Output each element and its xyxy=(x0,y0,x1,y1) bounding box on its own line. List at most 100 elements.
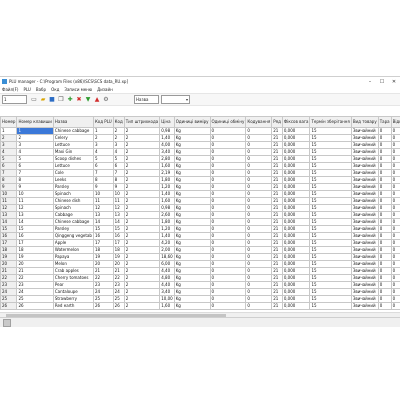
table-cell[interactable]: Kg xyxy=(173,197,211,205)
table-cell[interactable]: 0 xyxy=(377,169,392,177)
table-row[interactable]: 15 15 Parsley 15 15 2 1,20 Kg 0 0 21 0,000 15 Звичайн… xyxy=(0,225,400,233)
table-cell[interactable]: 2 xyxy=(123,155,161,163)
table-cell[interactable]: 0 xyxy=(390,281,400,289)
table-cell[interactable]: 15 xyxy=(309,232,352,240)
table-cell[interactable]: 0 xyxy=(209,246,247,254)
table-cell[interactable]: 0 xyxy=(390,148,400,156)
table-cell[interactable]: 0 xyxy=(390,232,400,240)
column-header[interactable]: Фіксов вага xyxy=(281,116,311,128)
table-cell[interactable]: Звичайний xyxy=(350,176,379,184)
table-cell[interactable]: 22 xyxy=(0,274,18,282)
table-cell[interactable]: 0 xyxy=(377,141,392,149)
table-cell[interactable]: 0,000 xyxy=(281,246,311,254)
table-cell[interactable]: 0 xyxy=(390,225,400,233)
table-cell[interactable]: 15 xyxy=(309,295,352,303)
table-cell[interactable]: 2 xyxy=(123,218,161,226)
table-cell[interactable]: 1,60 xyxy=(159,197,175,205)
table-cell[interactable]: 26 xyxy=(112,302,125,310)
table-cell[interactable]: 0,000 xyxy=(281,260,311,268)
table-row[interactable]: 12 12 Spinach 12 12 2 0,98 Kg 0 0 21 0,000 15 Звичайн… xyxy=(0,204,400,212)
table-cell[interactable]: 0,000 xyxy=(281,141,311,149)
menu-item[interactable]: Окд xyxy=(51,87,59,92)
table-cell[interactable]: 16 xyxy=(16,232,54,240)
table-cell[interactable]: 15 xyxy=(309,176,352,184)
table-cell[interactable]: 25 xyxy=(0,295,18,303)
table-cell[interactable]: Kg xyxy=(173,253,211,261)
table-cell[interactable]: 15 xyxy=(309,155,352,163)
table-cell[interactable]: 0 xyxy=(377,190,392,198)
table-cell[interactable]: 0,000 xyxy=(281,302,311,310)
table-cell[interactable]: 0,98 xyxy=(159,127,175,135)
table-cell[interactable]: 0 xyxy=(390,246,400,254)
table-cell[interactable]: 1,40 xyxy=(159,190,175,198)
table-cell[interactable]: Kg xyxy=(173,204,211,212)
table-cell[interactable]: 2 xyxy=(123,260,161,268)
table-cell[interactable]: Звичайний xyxy=(350,281,379,289)
table-cell[interactable]: 11 xyxy=(92,197,114,205)
table-cell[interactable]: 0 xyxy=(245,274,273,282)
table-cell[interactable]: 3,40 xyxy=(159,288,175,296)
table-cell[interactable]: 0 xyxy=(390,253,400,261)
table-cell[interactable]: 2,19 xyxy=(159,169,175,177)
table-cell[interactable]: 6 xyxy=(112,162,125,170)
table-cell[interactable]: Watermelon xyxy=(52,246,94,254)
table-cell[interactable]: 4,20 xyxy=(159,239,175,247)
table-cell[interactable]: 0,000 xyxy=(281,295,311,303)
table-cell[interactable]: Kg xyxy=(173,176,211,184)
table-cell[interactable]: Papaya xyxy=(52,253,94,261)
table-cell[interactable]: 0 xyxy=(209,183,247,191)
table-cell[interactable]: 2 xyxy=(123,127,161,135)
search-field-input[interactable]: Назва xyxy=(134,95,159,104)
table-cell[interactable]: 7 xyxy=(0,169,18,177)
table-row[interactable]: 26 26 Red earth 26 26 2 1,60 Kg 0 0 21 0,000 15 Звича… xyxy=(0,302,400,310)
table-cell[interactable]: 2 xyxy=(123,148,161,156)
table-cell[interactable]: Leeks xyxy=(52,176,94,184)
table-cell[interactable]: 9 xyxy=(92,183,114,191)
table-cell[interactable]: 0 xyxy=(245,155,273,163)
table-cell[interactable]: 0 xyxy=(390,127,400,135)
table-cell[interactable]: 15 xyxy=(309,141,352,149)
table-cell[interactable]: Звичайний xyxy=(350,162,379,170)
table-cell[interactable]: 2 xyxy=(16,134,54,142)
table-cell[interactable]: Melon xyxy=(52,260,94,268)
table-cell[interactable]: 0 xyxy=(245,169,273,177)
table-cell[interactable]: 1,60 xyxy=(159,302,175,310)
table-row[interactable]: 25 25 Strawberry 25 25 2 10,00 Kg 0 0 21 0,000 15 Зви… xyxy=(0,295,400,303)
table-cell[interactable]: 0 xyxy=(209,176,247,184)
table-cell[interactable]: 0 xyxy=(245,141,273,149)
table-cell[interactable]: 2 xyxy=(123,183,161,191)
table-cell[interactable]: 0 xyxy=(209,288,247,296)
table-cell[interactable]: 17 xyxy=(16,239,54,247)
table-cell[interactable]: 21 xyxy=(271,295,283,303)
table-cell[interactable]: 5 xyxy=(0,155,18,163)
table-cell[interactable]: 15 xyxy=(309,197,352,205)
table-cell[interactable]: 0,000 xyxy=(281,218,311,226)
table-cell[interactable]: 21 xyxy=(271,204,283,212)
table-row[interactable]: 16 16 Qinggeng vegetab 16 16 2 1,40 Kg 0 0 21 0,000… xyxy=(0,232,400,240)
table-row[interactable]: 13 13 Cabbage 13 13 2 2,60 Kg 0 0 21 0,000 15 Звичайн… xyxy=(0,211,400,219)
table-cell[interactable]: 18,60 xyxy=(159,253,175,261)
table-cell[interactable]: 0 xyxy=(390,134,400,142)
table-cell[interactable]: Звичайний xyxy=(350,169,379,177)
table-cell[interactable]: 26 xyxy=(92,302,114,310)
table-cell[interactable]: 0,000 xyxy=(281,204,311,212)
table-cell[interactable]: 0,000 xyxy=(281,127,311,135)
table-cell[interactable]: 0 xyxy=(209,197,247,205)
table-cell[interactable]: 2 xyxy=(112,127,125,135)
table-cell[interactable]: Cabbage xyxy=(52,211,94,219)
table-row[interactable]: 9 9 Parsley 9 9 2 1,20 Kg 0 0 21 0,000 15 Звичайний 0 0… xyxy=(0,183,400,191)
column-header[interactable]: Одиниці виміру xyxy=(173,116,211,128)
table-cell[interactable]: Звичайний xyxy=(350,197,379,205)
table-cell[interactable]: 21 xyxy=(271,176,283,184)
column-header[interactable]: Кодування xyxy=(245,116,273,128)
table-cell[interactable]: 15 xyxy=(309,246,352,254)
table-cell[interactable]: 6 xyxy=(92,162,114,170)
table-cell[interactable]: 0 xyxy=(390,162,400,170)
table-cell[interactable]: 2 xyxy=(123,204,161,212)
table-cell[interactable]: Звичайний xyxy=(350,295,379,303)
table-row[interactable]: 1 1 Chinese cabbage 1 2 2 0,98 Kg 0 0 21 0,000 15 Зви… xyxy=(0,127,400,135)
table-cell[interactable]: 25 xyxy=(92,295,114,303)
column-header[interactable]: Номер клавиши xyxy=(16,116,54,128)
table-cell[interactable]: 23 xyxy=(112,281,125,289)
table-cell[interactable]: 2 xyxy=(92,134,114,142)
